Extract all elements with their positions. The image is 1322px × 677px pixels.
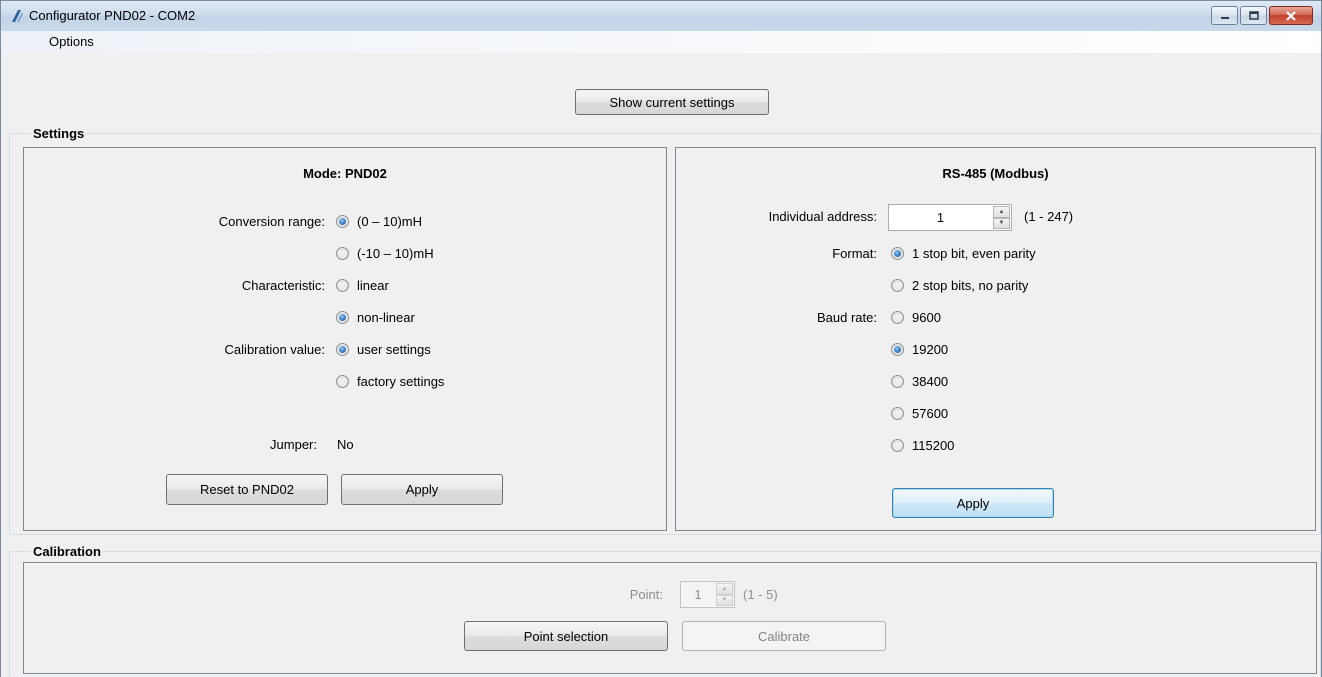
title-bar[interactable]: Configurator PND02 - COM2 xyxy=(1,1,1321,31)
spin-up-icon[interactable]: ▲ xyxy=(993,206,1010,218)
mode-panel: Mode: PND02 Conversion range: (0 – 10)mH… xyxy=(23,147,667,531)
main-window: Configurator PND02 - COM2 Options Show c… xyxy=(0,0,1322,677)
calibration-panel: Point: 1 ▲ ▼ (1 - 5) Point selection Cal… xyxy=(23,562,1317,674)
radio-selected-icon xyxy=(891,343,904,356)
jumper-value: No xyxy=(337,437,354,452)
calibration-radio-user[interactable]: user settings xyxy=(336,342,431,357)
show-current-settings-button[interactable]: Show current settings xyxy=(575,89,769,115)
app-logo-icon xyxy=(12,10,23,22)
radio-label: 19200 xyxy=(912,342,949,357)
radio-unselected-icon xyxy=(891,439,904,452)
spinner-arrows: ▲ ▼ xyxy=(993,206,1010,229)
spinner-arrows: ▲ ▼ xyxy=(716,583,733,606)
calibrate-button[interactable]: Calibrate xyxy=(682,621,886,651)
individual-address-label: Individual address: xyxy=(768,209,877,224)
characteristic-radio-nonlinear[interactable]: non-linear xyxy=(336,310,415,325)
menu-options[interactable]: Options xyxy=(41,34,102,49)
baud-radio-57600[interactable]: 57600 xyxy=(891,406,948,421)
radio-label: 38400 xyxy=(912,374,949,389)
radio-unselected-icon xyxy=(336,279,349,292)
reset-to-pnd02-button[interactable]: Reset to PND02 xyxy=(166,474,328,505)
individual-address-spinner[interactable]: 1 ▲ ▼ xyxy=(888,204,1012,231)
spin-up-icon[interactable]: ▲ xyxy=(716,583,733,595)
baud-rate-label: Baud rate: xyxy=(817,310,877,325)
spin-down-icon[interactable]: ▼ xyxy=(993,217,1010,229)
spin-down-icon[interactable]: ▼ xyxy=(716,594,733,606)
minimize-icon xyxy=(1220,16,1229,19)
radio-label: linear xyxy=(357,278,389,293)
format-radio-1[interactable]: 1 stop bit, even parity xyxy=(891,246,1036,261)
format-label: Format: xyxy=(832,246,877,261)
conversion-range-label: Conversion range: xyxy=(218,214,325,229)
radio-label: non-linear xyxy=(357,310,415,325)
radio-unselected-icon xyxy=(891,375,904,388)
point-range: (1 - 5) xyxy=(743,587,778,602)
radio-selected-icon xyxy=(891,247,904,260)
radio-unselected-icon xyxy=(891,311,904,324)
format-radio-2[interactable]: 2 stop bits, no parity xyxy=(891,278,1028,293)
window-controls xyxy=(1209,6,1313,26)
menu-bar: Options xyxy=(1,31,1321,53)
radio-label: 1 stop bit, even parity xyxy=(912,246,1036,261)
jumper-label: Jumper: xyxy=(270,437,317,452)
radio-unselected-icon xyxy=(336,247,349,260)
maximize-button[interactable] xyxy=(1240,6,1267,25)
calibration-group-title: Calibration xyxy=(31,544,103,559)
settings-group-title: Settings xyxy=(31,126,87,141)
mode-title: Mode: PND02 xyxy=(303,166,387,181)
conversion-range-radio-1[interactable]: (0 – 10)mH xyxy=(336,214,422,229)
radio-label: (-10 – 10)mH xyxy=(357,246,434,261)
maximize-icon xyxy=(1248,11,1259,20)
mode-apply-button[interactable]: Apply xyxy=(341,474,503,505)
point-selection-button[interactable]: Point selection xyxy=(464,621,668,651)
baud-radio-38400[interactable]: 38400 xyxy=(891,374,948,389)
baud-radio-19200[interactable]: 19200 xyxy=(891,342,948,357)
radio-selected-icon xyxy=(336,311,349,324)
close-icon xyxy=(1286,10,1296,21)
radio-selected-icon xyxy=(336,343,349,356)
close-button[interactable] xyxy=(1269,6,1313,25)
radio-unselected-icon xyxy=(891,407,904,420)
address-value: 1 xyxy=(936,210,945,225)
baud-radio-9600[interactable]: 9600 xyxy=(891,310,941,325)
address-range: (1 - 247) xyxy=(1024,209,1074,224)
radio-label: 57600 xyxy=(912,406,949,421)
window-title: Configurator PND02 - COM2 xyxy=(29,8,196,23)
radio-label: 115200 xyxy=(912,438,955,453)
calibration-value-label: Calibration value: xyxy=(224,342,325,357)
modbus-apply-button[interactable]: Apply xyxy=(892,488,1054,518)
radio-label: 9600 xyxy=(912,310,941,325)
radio-unselected-icon xyxy=(336,375,349,388)
point-value: 1 xyxy=(694,587,702,602)
radio-label: factory settings xyxy=(357,374,445,389)
modbus-title: RS-485 (Modbus) xyxy=(942,166,1049,181)
radio-unselected-icon xyxy=(891,279,904,292)
radio-selected-icon xyxy=(336,215,349,228)
radio-label: 2 stop bits, no parity xyxy=(912,278,1029,293)
characteristic-label: Characteristic: xyxy=(241,278,325,293)
radio-label: user settings xyxy=(357,342,431,357)
radio-label: (0 – 10)mH xyxy=(357,214,423,229)
characteristic-radio-linear[interactable]: linear xyxy=(336,278,389,293)
modbus-panel: RS-485 (Modbus) Individual address: 1 ▲ … xyxy=(675,147,1316,531)
conversion-range-radio-2[interactable]: (-10 – 10)mH xyxy=(336,246,434,261)
baud-radio-115200[interactable]: 115200 xyxy=(891,438,954,453)
point-label: Point: xyxy=(629,587,663,602)
point-spinner[interactable]: 1 ▲ ▼ xyxy=(680,581,735,608)
minimize-button[interactable] xyxy=(1211,6,1238,25)
calibration-radio-factory[interactable]: factory settings xyxy=(336,374,444,389)
